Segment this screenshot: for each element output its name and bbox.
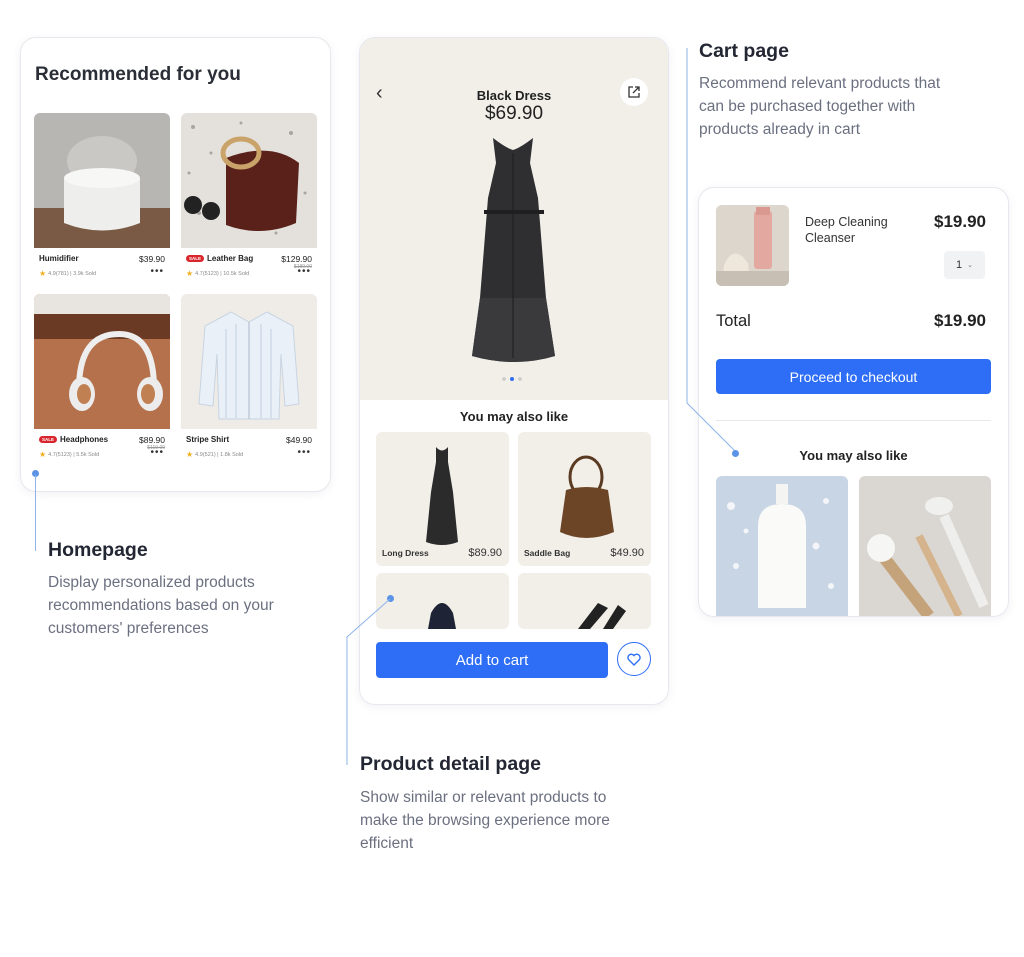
rec-tile-lotion[interactable] [716, 476, 848, 616]
star-icon: ★ [39, 450, 47, 459]
carousel-dots[interactable] [502, 377, 522, 381]
saddle-bag-image [560, 455, 614, 538]
rec-tile-brush[interactable] [859, 476, 991, 616]
related-price: $49.90 [610, 547, 644, 559]
pdp-pointer-line [346, 598, 391, 765]
cart-annotation-desc: Recommend relevant products that can be … [699, 75, 941, 138]
related-tile-saddle-bag[interactable]: Saddle Bag $49.90 [518, 432, 651, 566]
product-price: $89.90 [139, 435, 165, 445]
product-price: $69.90 [484, 103, 544, 124]
related-price: $89.90 [468, 547, 502, 559]
related-name: Saddle Bag [524, 548, 571, 558]
add-to-cart-button[interactable]: Add to cart [376, 642, 608, 678]
proceed-to-checkout-button[interactable]: Proceed to checkout [716, 359, 991, 394]
rating-meta: ★ 4.7(5123) | 10.5k Sold [186, 269, 250, 278]
rating-meta: ★ 4.9(521) | 1.8k Sold [186, 450, 244, 459]
product-name: SALE Headphones [39, 435, 108, 444]
homepage-annotation-desc: Display personalized products recommenda… [48, 574, 274, 637]
heart-icon[interactable] [617, 642, 651, 676]
headphones-image [34, 294, 170, 429]
star-icon: ★ [39, 269, 47, 278]
related-tile-partial[interactable] [376, 573, 509, 629]
star-icon: ★ [186, 269, 194, 278]
product-tile-headphones[interactable]: SALE Headphones $89.90 $119.00 ★ 4.7(5123)… [34, 294, 170, 462]
long-dress-image [426, 447, 458, 545]
homepage-annotation-title: Homepage [48, 539, 148, 561]
star-icon: ★ [186, 450, 194, 459]
product-tile-stripe-shirt[interactable]: Stripe Shirt $49.90 ★ 4.9(521) | 1.8k Sol… [181, 294, 317, 462]
cart-card: Deep Cleaning Cleanser $19.90 1 ⌄ Total $… [698, 187, 1009, 617]
related-name: Long Dress [382, 548, 429, 558]
you-may-also-like-title: You may also like [799, 448, 908, 463]
more-icon[interactable]: ••• [297, 447, 311, 458]
sale-badge: SALE [39, 436, 58, 443]
humidifier-image [34, 113, 170, 248]
product-price: $129.90 [281, 254, 312, 264]
product-price: $39.90 [139, 254, 165, 264]
cart-annotation-title: Cart page [699, 40, 789, 62]
cart-pointer-dot [732, 450, 739, 457]
more-icon[interactable]: ••• [297, 266, 311, 277]
related-tile-long-dress[interactable]: Long Dress $89.90 [376, 432, 509, 566]
more-icon[interactable]: ••• [150, 266, 164, 277]
stripe-shirt-image [181, 294, 317, 429]
divider [716, 420, 991, 421]
product-name: Humidifier [39, 254, 79, 263]
product-name: SALE Leather Bag [186, 254, 253, 263]
chevron-down-icon: ⌄ [967, 262, 973, 269]
quantity-select[interactable]: 1 ⌄ [944, 251, 985, 279]
homepage-card: Recommended for you Humidifier $39.90 ★ 4… [20, 37, 331, 492]
carousel-dot-active[interactable] [510, 377, 514, 381]
product-name: Stripe Shirt [186, 435, 230, 444]
sale-badge: SALE [186, 255, 205, 262]
total-value: $19.90 [934, 311, 986, 330]
homepage-pointer-line [35, 475, 36, 551]
you-may-also-like-title: You may also like [459, 409, 569, 424]
lotion-image [716, 476, 848, 616]
recommended-title: Recommended for you [35, 64, 241, 85]
product-detail-card: ‹ Black Dress $69.90 You may also like L… [359, 37, 669, 705]
product-hero: ‹ Black Dress $69.90 [360, 38, 668, 400]
cart-item-price: $19.90 [934, 212, 986, 231]
carousel-dot[interactable] [502, 377, 506, 381]
rating-meta: ★ 4.7(5123) | 5.5k Sold [39, 450, 100, 459]
shoes-image [578, 603, 626, 629]
more-icon[interactable]: ••• [150, 447, 164, 458]
product-price: $49.90 [286, 435, 312, 445]
leather-bag-image [181, 113, 317, 248]
product-tile-humidifier[interactable]: Humidifier $39.90 ★ 4.9(781) | 3.9k Sold … [34, 113, 170, 281]
product-title: Black Dress [476, 88, 552, 103]
product-tile-leather-bag[interactable]: SALE Leather Bag $129.90 $189.00 ★ 4.7(512… [181, 113, 317, 281]
rating-meta: ★ 4.9(781) | 3.9k Sold [39, 269, 97, 278]
pdp-annotation-title: Product detail page [360, 753, 541, 775]
pdp-annotation-desc: Show similar or relevant products to mak… [360, 789, 610, 852]
related-tile-partial-shoes[interactable] [518, 573, 651, 629]
face-brush-image [859, 476, 991, 616]
cart-item-name: Deep Cleaning Cleanser [805, 215, 888, 245]
jacket-image [428, 603, 456, 629]
carousel-dot[interactable] [518, 377, 522, 381]
